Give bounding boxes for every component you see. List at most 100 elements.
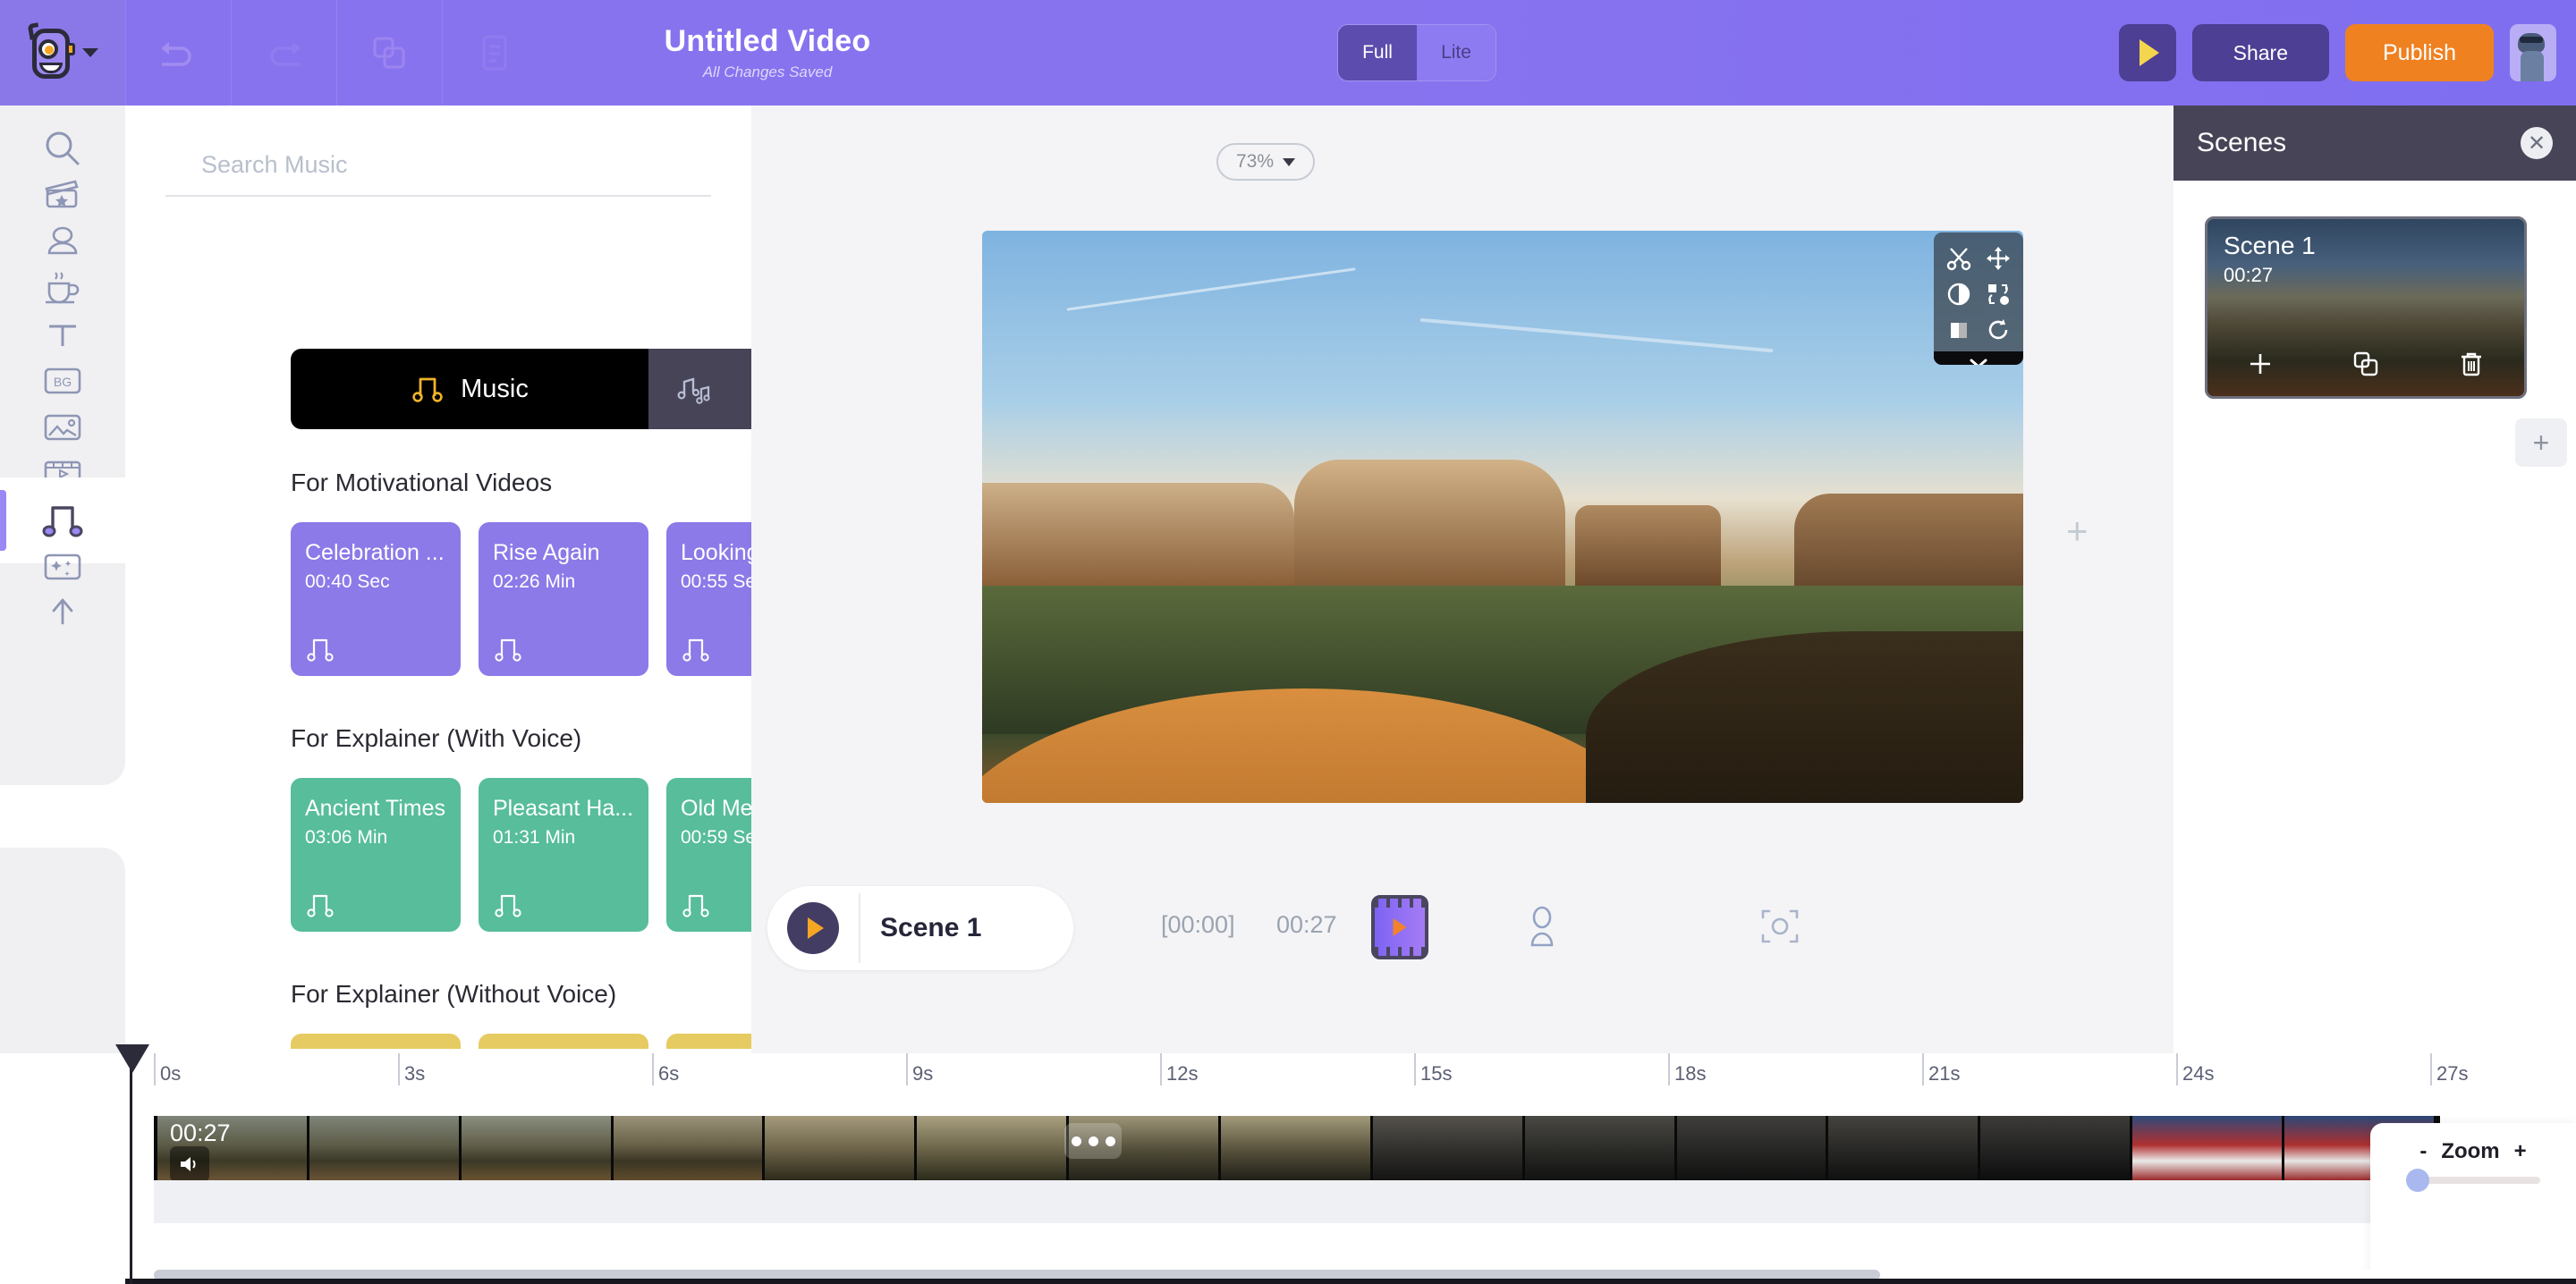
- mute-button[interactable]: [170, 1146, 209, 1180]
- zoom-out-button[interactable]: -: [2419, 1139, 2427, 1164]
- playhead[interactable]: [130, 1053, 132, 1284]
- list-item[interactable]: Looking on ... 00:55 Sec: [666, 522, 751, 676]
- track-duration: 00:40 Sec: [305, 571, 446, 593]
- zoom-row: - Zoom +: [2419, 1139, 2526, 1164]
- focus-frame-icon: [1758, 904, 1802, 949]
- add-scene-button[interactable]: +: [2515, 418, 2567, 467]
- scene-control-bar: Scene 1 [00:00] 00:27: [751, 870, 2174, 986]
- dots-horizontal-icon: [1106, 1136, 1115, 1146]
- track-duration: 02:26 Min: [493, 571, 634, 593]
- track-duration: 01:31 Min: [493, 827, 634, 849]
- preview-play-button[interactable]: [2119, 24, 2176, 81]
- clip-duration: 00:27: [170, 1119, 231, 1147]
- contrast-circle-icon: [1945, 281, 1972, 308]
- monster-logo-icon: [27, 25, 75, 80]
- list-item[interactable]: Celebration ... 00:40 Sec: [291, 522, 461, 676]
- page-title[interactable]: Untitled Video: [571, 24, 964, 59]
- logo-button[interactable]: [0, 0, 125, 106]
- clip-more-button[interactable]: [1064, 1123, 1122, 1159]
- ruler-tick: 21s: [1922, 1053, 1924, 1085]
- header-actions: Share Publish: [2119, 0, 2556, 106]
- list-item[interactable]: Pleasant Ha... 01:31 Min: [479, 778, 648, 932]
- element-toolbar: [1934, 232, 2023, 365]
- scene-thumbnail[interactable]: Scene 1 00:27: [2205, 216, 2527, 399]
- canvas-zoom-selector[interactable]: 73%: [1216, 143, 1315, 181]
- search-input[interactable]: [165, 146, 711, 197]
- track-name: Celebration ...: [305, 540, 446, 566]
- avatar[interactable]: [2510, 24, 2556, 81]
- caret-down-icon: [1283, 158, 1295, 166]
- play-icon: [2140, 39, 2159, 66]
- tab-lite[interactable]: Lite: [1417, 25, 1496, 80]
- undo-button[interactable]: [125, 0, 231, 106]
- add-scene-after-button[interactable]: [2245, 349, 2275, 384]
- ruler-tick-label: 15s: [1420, 1062, 1452, 1085]
- filmstrip-frame: [1828, 1116, 1980, 1180]
- ruler-tick-label: 3s: [404, 1062, 425, 1085]
- scene-duration: 00:27: [2224, 264, 2273, 287]
- crop-tool-button[interactable]: [1939, 241, 1979, 276]
- tab-music[interactable]: Music: [291, 349, 648, 429]
- list-item[interactable]: Ancient Times 03:06 Min: [291, 778, 461, 932]
- delete-scene-button[interactable]: [2456, 349, 2487, 384]
- music-section: For Explainer (Without Voice) + Ambitiou…: [291, 975, 751, 1049]
- scene-selector-chip[interactable]: Scene 1: [767, 886, 1073, 970]
- section-title: For Explainer (Without Voice): [291, 980, 616, 1009]
- ruler-tick: 12s: [1160, 1053, 1162, 1085]
- chevron-down-icon[interactable]: [82, 48, 98, 57]
- duplicate-icon: [369, 33, 409, 72]
- duplicate-scene-button[interactable]: [2351, 349, 2381, 384]
- video-track[interactable]: 00:27: [154, 1116, 2440, 1180]
- toolbar-expand-button[interactable]: [1934, 351, 2023, 365]
- track-duration: 03:06 Min: [305, 827, 446, 849]
- zoom-in-button[interactable]: +: [2514, 1139, 2527, 1164]
- ruler-tick-label: 6s: [658, 1062, 679, 1085]
- scene-avatar-button[interactable]: [1522, 904, 1562, 955]
- audio-track[interactable]: [154, 1180, 2440, 1223]
- sound-effects-icon[interactable]: [675, 369, 718, 409]
- section-title: For Explainer (With Voice): [291, 724, 581, 753]
- track-name: Looking on ...: [681, 540, 751, 566]
- list-item[interactable]: Old Memories 00:59 Sec: [666, 778, 751, 932]
- filter-tool-button[interactable]: [1939, 276, 1979, 312]
- upload-icon: [42, 593, 83, 634]
- move-arrows-icon: [1985, 245, 2012, 272]
- redo-button[interactable]: [231, 0, 336, 106]
- scene-play-button[interactable]: [787, 902, 839, 954]
- track-name: Rise Again: [493, 540, 634, 566]
- ruler-tick-label: 12s: [1166, 1062, 1198, 1085]
- track-name: Pleasant Ha...: [493, 796, 634, 822]
- scenes-header: Scenes ✕: [2174, 106, 2576, 181]
- close-scenes-button[interactable]: ✕: [2521, 127, 2553, 159]
- share-button[interactable]: Share: [2192, 24, 2329, 81]
- opacity-tool-button[interactable]: [1939, 312, 1979, 348]
- track-duration: 00:55 Sec: [681, 571, 751, 593]
- list-item[interactable]: Ambitious D... 00:27 Sec: [291, 1034, 461, 1049]
- mode-toggle[interactable]: Full Lite: [1337, 24, 1496, 81]
- ruler-tick: 3s: [398, 1053, 400, 1085]
- scene-focus-button[interactable]: [1758, 904, 1802, 953]
- list-item[interactable]: Playful Me... 01:01 Min: [666, 1034, 751, 1049]
- music-note-icon: [305, 891, 335, 919]
- tab-full[interactable]: Full: [1338, 25, 1417, 80]
- timeline-ruler[interactable]: 0s 3s 6s 9s 12s 15s 18s 21s 24s 27s: [154, 1053, 2576, 1107]
- sidebar-item-upload[interactable]: [0, 570, 125, 656]
- duplicate-button[interactable]: [336, 0, 442, 106]
- duplicate-icon: [2351, 349, 2381, 379]
- list-item[interactable]: Storytelling ... 01:31 Min: [479, 1034, 648, 1049]
- publish-button[interactable]: Publish: [2345, 24, 2494, 81]
- zoom-slider[interactable]: [2406, 1177, 2540, 1184]
- move-tool-button[interactable]: [1979, 241, 2018, 276]
- replace-tool-button[interactable]: [1979, 276, 2018, 312]
- ruler-tick-label: 24s: [2182, 1062, 2214, 1085]
- scene-media-button[interactable]: [1371, 895, 1428, 959]
- notes-button[interactable]: [442, 0, 547, 106]
- add-element-button[interactable]: +: [2066, 512, 2089, 550]
- zoom-slider-handle[interactable]: [2406, 1169, 2429, 1192]
- list-item[interactable]: Rise Again 02:26 Min: [479, 522, 648, 676]
- filmstrip-frame: [765, 1116, 917, 1180]
- rotate-cw-icon: [1985, 317, 2012, 343]
- video-canvas[interactable]: [982, 231, 2023, 803]
- split-panel-icon: [1945, 317, 1972, 343]
- rotate-tool-button[interactable]: [1979, 312, 2018, 348]
